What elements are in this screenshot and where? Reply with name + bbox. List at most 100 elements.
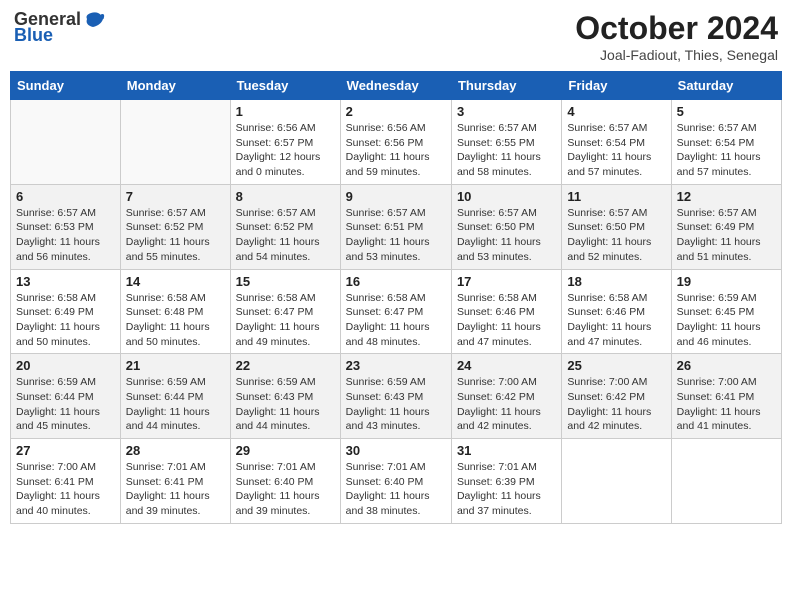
day-info: Sunrise: 6:57 AMSunset: 6:54 PMDaylight:… bbox=[677, 121, 776, 180]
day-number: 26 bbox=[677, 358, 776, 373]
table-row: 1 Sunrise: 6:56 AMSunset: 6:57 PMDaylight… bbox=[230, 100, 340, 185]
day-number: 21 bbox=[126, 358, 225, 373]
day-info: Sunrise: 6:56 AMSunset: 6:57 PMDaylight:… bbox=[236, 121, 335, 180]
table-row: 22Sunrise: 6:59 AMSunset: 6:43 PMDayligh… bbox=[230, 354, 340, 439]
day-number: 12 bbox=[677, 189, 776, 204]
day-number: 24 bbox=[457, 358, 556, 373]
day-number: 17 bbox=[457, 274, 556, 289]
day-info: Sunrise: 6:58 AMSunset: 6:46 PMDaylight:… bbox=[567, 291, 665, 350]
day-info: Sunrise: 6:57 AMSunset: 6:52 PMDaylight:… bbox=[236, 206, 335, 265]
day-info: Sunrise: 7:00 AMSunset: 6:41 PMDaylight:… bbox=[16, 460, 115, 519]
table-row: 2Sunrise: 6:56 AMSunset: 6:56 PMDaylight… bbox=[340, 100, 451, 185]
day-number: 15 bbox=[236, 274, 335, 289]
col-sunday: Sunday bbox=[11, 72, 121, 100]
logo: General Blue bbox=[14, 10, 105, 46]
table-row bbox=[120, 100, 230, 185]
calendar-row: 27 Sunrise: 7:00 AMSunset: 6:41 PMDayligh… bbox=[11, 439, 782, 524]
day-info: Sunrise: 6:57 AMSunset: 6:50 PMDaylight:… bbox=[457, 206, 556, 265]
day-info: Sunrise: 7:01 AMSunset: 6:40 PMDaylight:… bbox=[346, 460, 446, 519]
day-info: Sunrise: 6:57 AMSunset: 6:49 PMDaylight:… bbox=[677, 206, 776, 265]
day-number: 3 bbox=[457, 104, 556, 119]
table-row: 27 Sunrise: 7:00 AMSunset: 6:41 PMDayligh… bbox=[11, 439, 121, 524]
table-row bbox=[671, 439, 781, 524]
logo-bird-icon bbox=[83, 11, 105, 29]
table-row: 17 Sunrise: 6:58 AMSunset: 6:46 PMDayligh… bbox=[451, 269, 561, 354]
table-row: 5 Sunrise: 6:57 AMSunset: 6:54 PMDaylight… bbox=[671, 100, 781, 185]
day-number: 25 bbox=[567, 358, 665, 373]
calendar-row: 1 Sunrise: 6:56 AMSunset: 6:57 PMDaylight… bbox=[11, 100, 782, 185]
day-info: Sunrise: 6:59 AMSunset: 6:44 PMDaylight:… bbox=[126, 375, 225, 434]
day-info: Sunrise: 6:59 AMSunset: 6:43 PMDaylight:… bbox=[346, 375, 446, 434]
table-row: 12 Sunrise: 6:57 AMSunset: 6:49 PMDayligh… bbox=[671, 184, 781, 269]
col-saturday: Saturday bbox=[671, 72, 781, 100]
day-number: 13 bbox=[16, 274, 115, 289]
day-number: 5 bbox=[677, 104, 776, 119]
table-row: 11 Sunrise: 6:57 AMSunset: 6:50 PMDayligh… bbox=[562, 184, 671, 269]
day-number: 16 bbox=[346, 274, 446, 289]
day-info: Sunrise: 6:57 AMSunset: 6:52 PMDaylight:… bbox=[126, 206, 225, 265]
day-info: Sunrise: 6:57 AMSunset: 6:55 PMDaylight:… bbox=[457, 121, 556, 180]
day-info: Sunrise: 6:57 AMSunset: 6:50 PMDaylight:… bbox=[567, 206, 665, 265]
calendar-row: 6 Sunrise: 6:57 AMSunset: 6:53 PMDaylight… bbox=[11, 184, 782, 269]
logo-blue: Blue bbox=[14, 26, 53, 46]
day-number: 1 bbox=[236, 104, 335, 119]
day-info: Sunrise: 6:57 AMSunset: 6:51 PMDaylight:… bbox=[346, 206, 446, 265]
day-info: Sunrise: 6:59 AMSunset: 6:45 PMDaylight:… bbox=[677, 291, 776, 350]
title-block: October 2024 Joal-Fadiout, Thies, Senega… bbox=[575, 10, 778, 63]
day-info: Sunrise: 7:01 AMSunset: 6:41 PMDaylight:… bbox=[126, 460, 225, 519]
table-row: 14 Sunrise: 6:58 AMSunset: 6:48 PMDayligh… bbox=[120, 269, 230, 354]
table-row: 7 Sunrise: 6:57 AMSunset: 6:52 PMDaylight… bbox=[120, 184, 230, 269]
day-info: Sunrise: 7:00 AMSunset: 6:42 PMDaylight:… bbox=[567, 375, 665, 434]
day-number: 7 bbox=[126, 189, 225, 204]
day-number: 18 bbox=[567, 274, 665, 289]
day-number: 22 bbox=[236, 358, 335, 373]
calendar-title: October 2024 bbox=[575, 10, 778, 47]
table-row: 23 Sunrise: 6:59 AMSunset: 6:43 PMDayligh… bbox=[340, 354, 451, 439]
day-info: Sunrise: 6:58 AMSunset: 6:47 PMDaylight:… bbox=[236, 291, 335, 350]
table-row: 25 Sunrise: 7:00 AMSunset: 6:42 PMDayligh… bbox=[562, 354, 671, 439]
table-row: 6 Sunrise: 6:57 AMSunset: 6:53 PMDaylight… bbox=[11, 184, 121, 269]
table-row: 4 Sunrise: 6:57 AMSunset: 6:54 PMDaylight… bbox=[562, 100, 671, 185]
col-thursday: Thursday bbox=[451, 72, 561, 100]
table-row: 21 Sunrise: 6:59 AMSunset: 6:44 PMDayligh… bbox=[120, 354, 230, 439]
table-row: 16 Sunrise: 6:58 AMSunset: 6:47 PMDayligh… bbox=[340, 269, 451, 354]
col-friday: Friday bbox=[562, 72, 671, 100]
day-info: Sunrise: 7:01 AMSunset: 6:40 PMDaylight:… bbox=[236, 460, 335, 519]
day-number: 6 bbox=[16, 189, 115, 204]
table-row bbox=[562, 439, 671, 524]
table-row: 8 Sunrise: 6:57 AMSunset: 6:52 PMDaylight… bbox=[230, 184, 340, 269]
table-row: 30Sunrise: 7:01 AMSunset: 6:40 PMDayligh… bbox=[340, 439, 451, 524]
table-row: 10 Sunrise: 6:57 AMSunset: 6:50 PMDayligh… bbox=[451, 184, 561, 269]
calendar-header-row: Sunday Monday Tuesday Wednesday Thursday… bbox=[11, 72, 782, 100]
day-info: Sunrise: 6:58 AMSunset: 6:48 PMDaylight:… bbox=[126, 291, 225, 350]
day-number: 8 bbox=[236, 189, 335, 204]
calendar-table: Sunday Monday Tuesday Wednesday Thursday… bbox=[10, 71, 782, 524]
calendar-row: 13Sunrise: 6:58 AMSunset: 6:49 PMDayligh… bbox=[11, 269, 782, 354]
day-number: 9 bbox=[346, 189, 446, 204]
day-number: 23 bbox=[346, 358, 446, 373]
day-number: 11 bbox=[567, 189, 665, 204]
day-number: 4 bbox=[567, 104, 665, 119]
day-number: 27 bbox=[16, 443, 115, 458]
table-row: 24Sunrise: 7:00 AMSunset: 6:42 PMDayligh… bbox=[451, 354, 561, 439]
day-info: Sunrise: 6:58 AMSunset: 6:46 PMDaylight:… bbox=[457, 291, 556, 350]
table-row bbox=[11, 100, 121, 185]
col-tuesday: Tuesday bbox=[230, 72, 340, 100]
table-row: 28 Sunrise: 7:01 AMSunset: 6:41 PMDayligh… bbox=[120, 439, 230, 524]
day-number: 14 bbox=[126, 274, 225, 289]
day-info: Sunrise: 6:57 AMSunset: 6:53 PMDaylight:… bbox=[16, 206, 115, 265]
day-number: 31 bbox=[457, 443, 556, 458]
table-row: 3 Sunrise: 6:57 AMSunset: 6:55 PMDaylight… bbox=[451, 100, 561, 185]
day-number: 19 bbox=[677, 274, 776, 289]
table-row: 19 Sunrise: 6:59 AMSunset: 6:45 PMDayligh… bbox=[671, 269, 781, 354]
table-row: 29 Sunrise: 7:01 AMSunset: 6:40 PMDayligh… bbox=[230, 439, 340, 524]
day-number: 10 bbox=[457, 189, 556, 204]
day-info: Sunrise: 6:58 AMSunset: 6:47 PMDaylight:… bbox=[346, 291, 446, 350]
table-row: 15 Sunrise: 6:58 AMSunset: 6:47 PMDayligh… bbox=[230, 269, 340, 354]
day-number: 28 bbox=[126, 443, 225, 458]
day-info: Sunrise: 6:57 AMSunset: 6:54 PMDaylight:… bbox=[567, 121, 665, 180]
table-row: 20Sunrise: 6:59 AMSunset: 6:44 PMDayligh… bbox=[11, 354, 121, 439]
table-row: 9 Sunrise: 6:57 AMSunset: 6:51 PMDaylight… bbox=[340, 184, 451, 269]
day-number: 29 bbox=[236, 443, 335, 458]
table-row: 31Sunrise: 7:01 AMSunset: 6:39 PMDayligh… bbox=[451, 439, 561, 524]
